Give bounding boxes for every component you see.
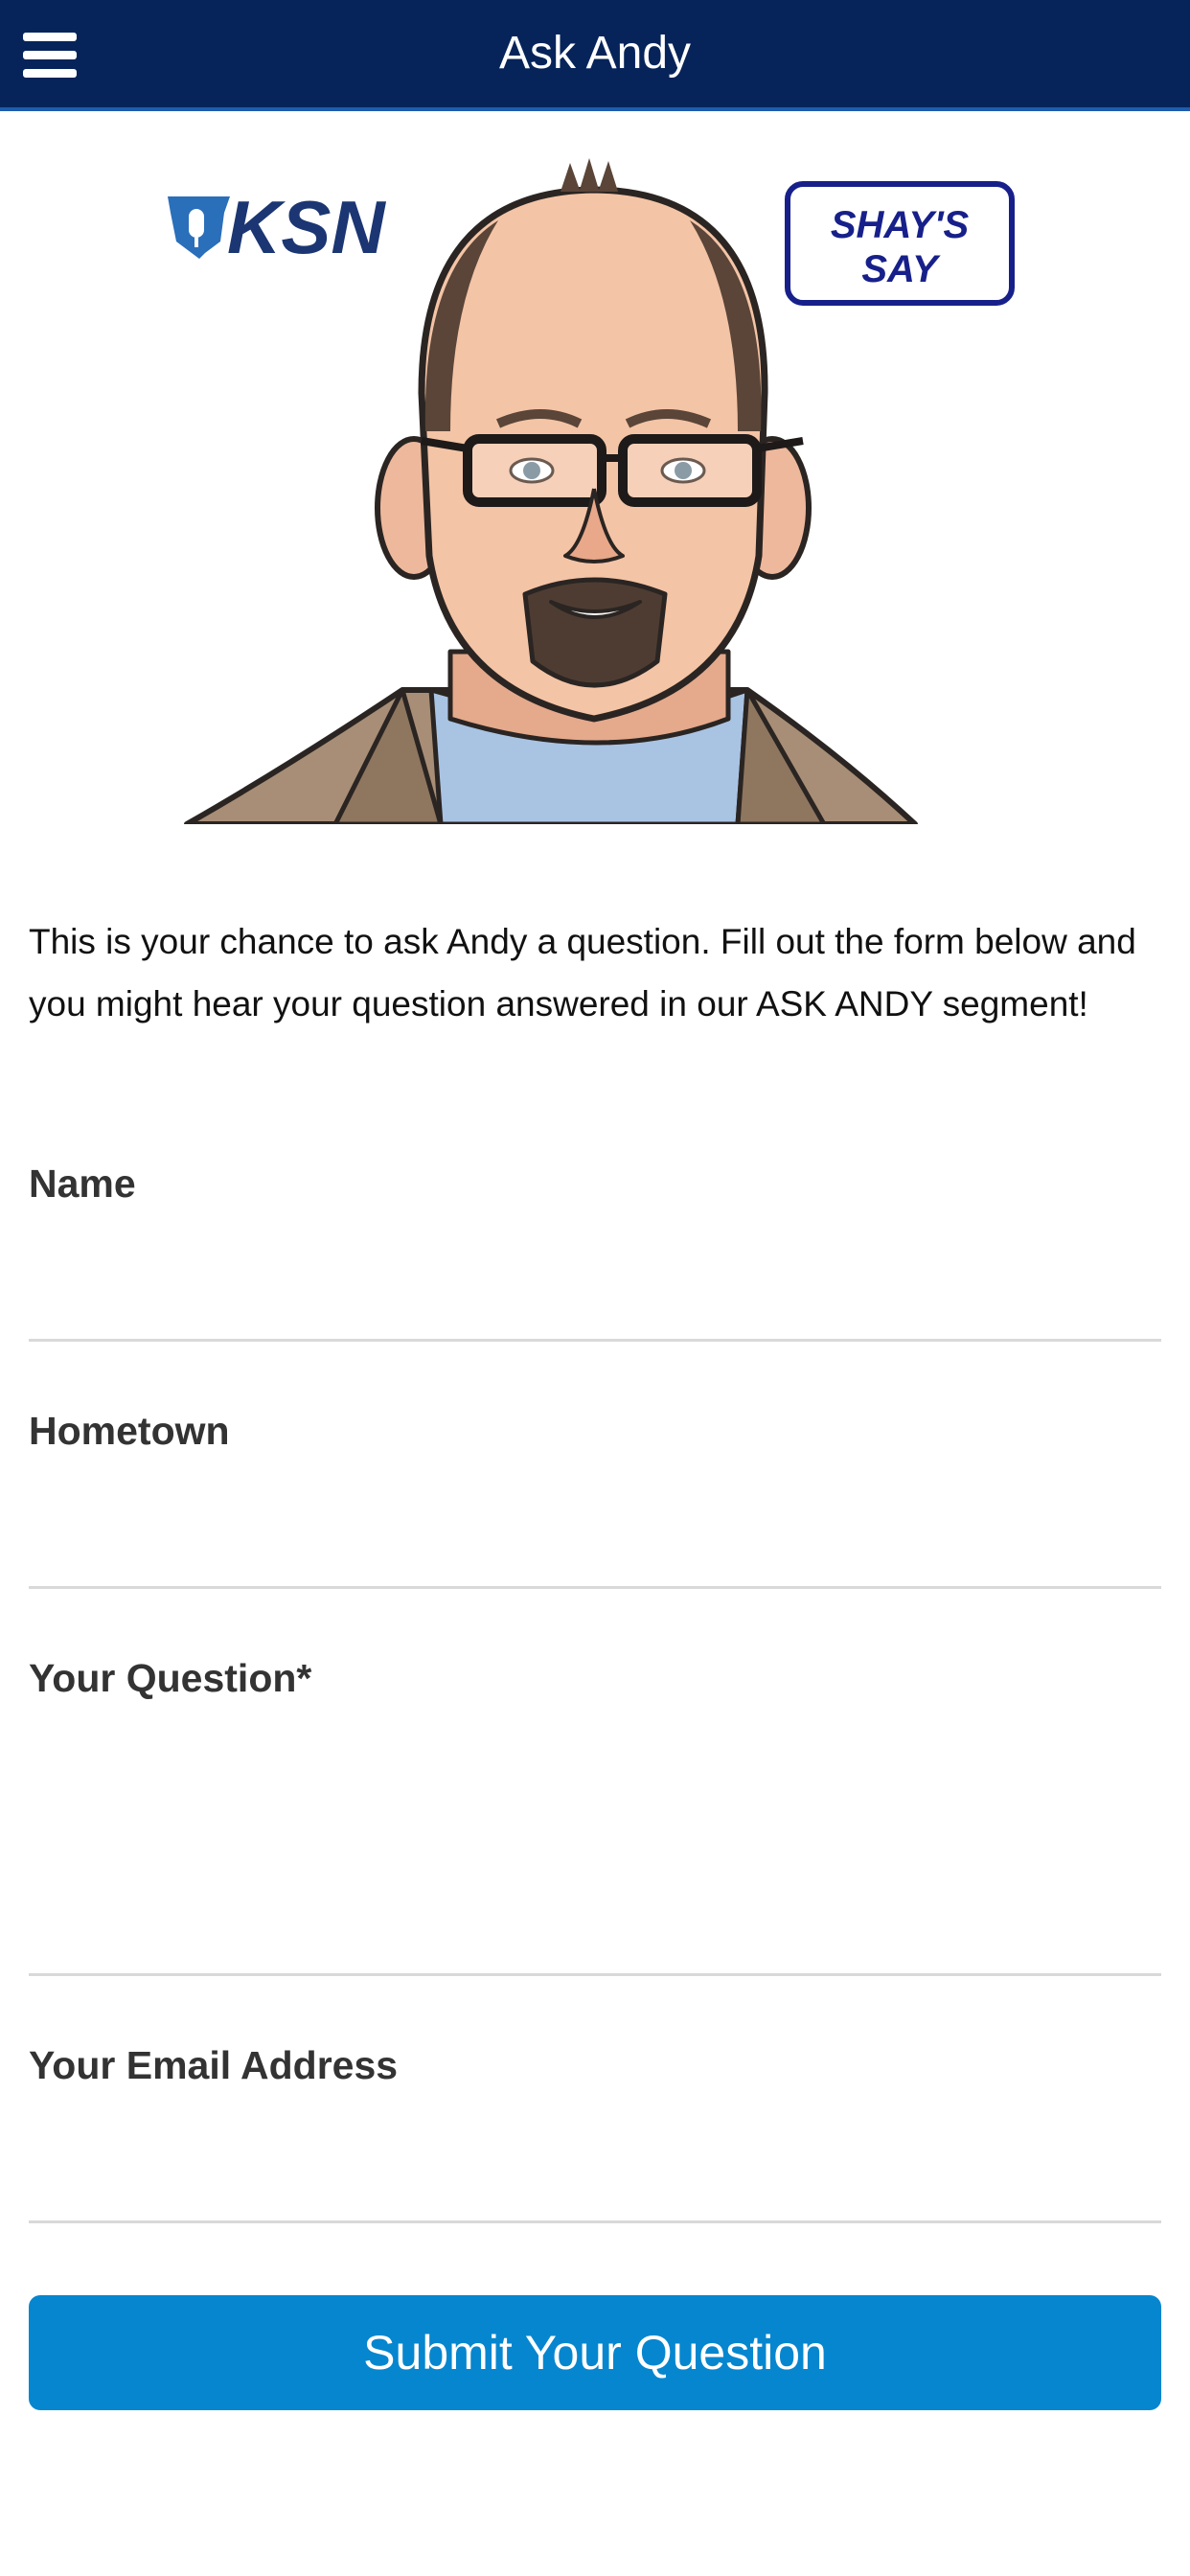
question-label: Your Question* xyxy=(29,1656,312,1700)
email-label: Your Email Address xyxy=(29,2043,399,2087)
name-label: Name xyxy=(29,1162,136,1206)
shays-say-line2: SAY xyxy=(861,248,941,290)
shays-say-line1: SHAY'S xyxy=(831,204,970,246)
ksn-logo-text: KSN xyxy=(227,185,386,269)
question-textarea[interactable] xyxy=(29,1725,1161,1976)
page-title: Ask Andy xyxy=(498,28,692,79)
ksn-logo: KSN xyxy=(168,185,386,269)
intro-text: This is your chance to ask Andy a questi… xyxy=(29,922,1136,1024)
submit-question-button[interactable]: Submit Your Question xyxy=(29,2295,1161,2410)
app-header: Ask Andy xyxy=(0,0,1190,111)
hero-illustration: KSN SHAY'S SAY xyxy=(168,158,1015,824)
email-input[interactable] xyxy=(29,2128,1161,2223)
name-input[interactable] xyxy=(29,1246,1161,1342)
shays-say-logo: SHAY'S SAY xyxy=(785,181,1015,306)
hometown-input[interactable] xyxy=(29,1493,1161,1589)
hometown-label: Hometown xyxy=(29,1409,230,1453)
